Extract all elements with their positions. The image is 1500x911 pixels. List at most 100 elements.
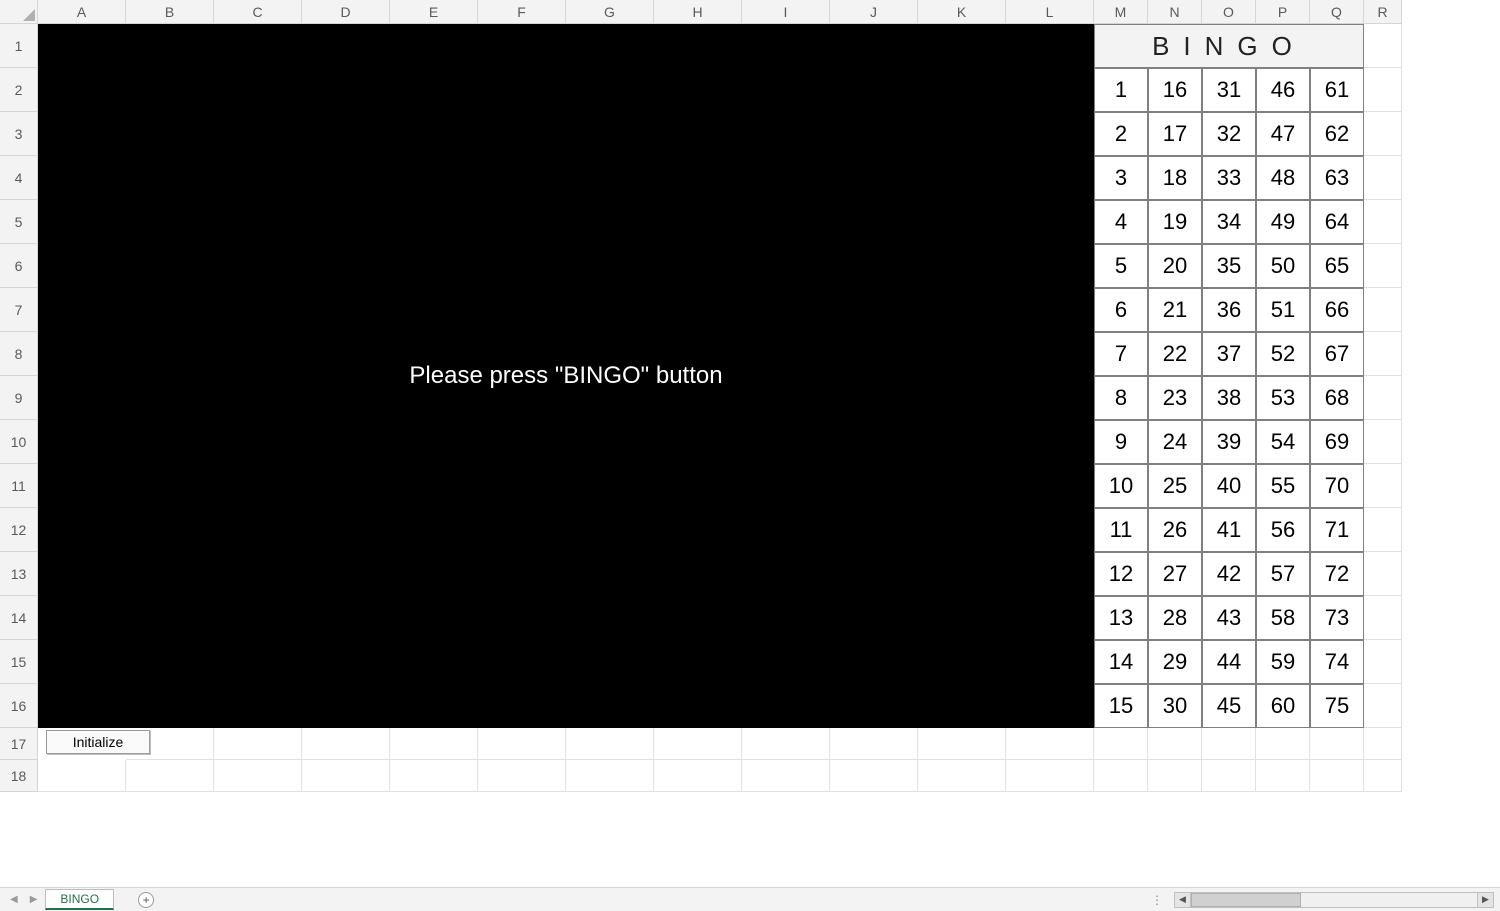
bingo-cell[interactable]: 50: [1256, 244, 1310, 288]
cell[interactable]: [1364, 288, 1402, 332]
col-header[interactable]: D: [302, 0, 390, 24]
bingo-cell[interactable]: 62: [1310, 112, 1364, 156]
cell[interactable]: [654, 760, 742, 792]
bingo-cell[interactable]: 3: [1094, 156, 1148, 200]
bingo-cell[interactable]: 23: [1148, 376, 1202, 420]
cell[interactable]: [1256, 728, 1310, 760]
row-header[interactable]: 17: [0, 728, 38, 760]
bingo-cell[interactable]: 53: [1256, 376, 1310, 420]
bingo-cell[interactable]: 44: [1202, 640, 1256, 684]
col-header[interactable]: A: [38, 0, 126, 24]
cell[interactable]: [1310, 728, 1364, 760]
cell[interactable]: [1094, 728, 1148, 760]
bingo-cell[interactable]: 66: [1310, 288, 1364, 332]
horizontal-scrollbar[interactable]: ◀ ▶: [1174, 892, 1494, 908]
bingo-cell[interactable]: 38: [1202, 376, 1256, 420]
row-header[interactable]: 12: [0, 508, 38, 552]
col-header[interactable]: E: [390, 0, 478, 24]
bingo-cell[interactable]: 67: [1310, 332, 1364, 376]
row-header[interactable]: 5: [0, 200, 38, 244]
cell[interactable]: [1006, 728, 1094, 760]
select-all-corner[interactable]: [0, 0, 38, 24]
col-header[interactable]: M: [1094, 0, 1148, 24]
bingo-cell[interactable]: 6: [1094, 288, 1148, 332]
bingo-cell[interactable]: 51: [1256, 288, 1310, 332]
cell[interactable]: [1364, 376, 1402, 420]
bingo-cell[interactable]: 30: [1148, 684, 1202, 728]
bingo-cell[interactable]: 13: [1094, 596, 1148, 640]
bingo-cell[interactable]: 8: [1094, 376, 1148, 420]
bingo-cell[interactable]: 12: [1094, 552, 1148, 596]
bingo-cell[interactable]: 26: [1148, 508, 1202, 552]
bingo-cell[interactable]: 54: [1256, 420, 1310, 464]
cell[interactable]: [1148, 760, 1202, 792]
row-header[interactable]: 8: [0, 332, 38, 376]
col-header[interactable]: J: [830, 0, 918, 24]
cell[interactable]: [1364, 332, 1402, 376]
bingo-cell[interactable]: 63: [1310, 156, 1364, 200]
bingo-cell[interactable]: 68: [1310, 376, 1364, 420]
cell[interactable]: [302, 760, 390, 792]
cell[interactable]: [1364, 684, 1402, 728]
col-header[interactable]: H: [654, 0, 742, 24]
cell[interactable]: [1094, 760, 1148, 792]
cell[interactable]: [1148, 728, 1202, 760]
row-header[interactable]: 1: [0, 24, 38, 68]
col-header[interactable]: Q: [1310, 0, 1364, 24]
bingo-cell[interactable]: 33: [1202, 156, 1256, 200]
bingo-cell[interactable]: 75: [1310, 684, 1364, 728]
bingo-cell[interactable]: 41: [1202, 508, 1256, 552]
cell[interactable]: [1006, 760, 1094, 792]
bingo-cell[interactable]: 2: [1094, 112, 1148, 156]
bingo-cell[interactable]: 4: [1094, 200, 1148, 244]
bingo-cell[interactable]: 27: [1148, 552, 1202, 596]
add-sheet-button[interactable]: +: [138, 892, 154, 908]
cell[interactable]: [38, 760, 126, 792]
col-header[interactable]: P: [1256, 0, 1310, 24]
row-header[interactable]: 18: [0, 760, 38, 792]
tab-nav-prev-icon[interactable]: ◀: [6, 894, 22, 905]
bingo-cell[interactable]: 5: [1094, 244, 1148, 288]
scroll-thumb[interactable]: [1191, 893, 1301, 907]
col-header[interactable]: N: [1148, 0, 1202, 24]
bingo-cell[interactable]: 21: [1148, 288, 1202, 332]
cell[interactable]: [1364, 420, 1402, 464]
bingo-cell[interactable]: 32: [1202, 112, 1256, 156]
row-header[interactable]: 13: [0, 552, 38, 596]
bingo-cell[interactable]: 14: [1094, 640, 1148, 684]
row-header[interactable]: 2: [0, 68, 38, 112]
bingo-cell[interactable]: 47: [1256, 112, 1310, 156]
cell[interactable]: [1364, 760, 1402, 792]
row-header[interactable]: 7: [0, 288, 38, 332]
bingo-cell[interactable]: 34: [1202, 200, 1256, 244]
bingo-cell[interactable]: 18: [1148, 156, 1202, 200]
bingo-cell[interactable]: 25: [1148, 464, 1202, 508]
row-header[interactable]: 3: [0, 112, 38, 156]
cell[interactable]: [1364, 112, 1402, 156]
col-header[interactable]: K: [918, 0, 1006, 24]
cell[interactable]: [1364, 156, 1402, 200]
cell[interactable]: [1364, 640, 1402, 684]
cell[interactable]: [214, 760, 302, 792]
row-header[interactable]: 14: [0, 596, 38, 640]
bingo-cell[interactable]: 73: [1310, 596, 1364, 640]
bingo-cell[interactable]: 7: [1094, 332, 1148, 376]
bingo-cell[interactable]: 57: [1256, 552, 1310, 596]
cell[interactable]: [1364, 244, 1402, 288]
cell[interactable]: [390, 728, 478, 760]
scroll-left-icon[interactable]: ◀: [1175, 893, 1191, 907]
bingo-cell[interactable]: 39: [1202, 420, 1256, 464]
cell[interactable]: [1364, 200, 1402, 244]
bingo-cell[interactable]: 9: [1094, 420, 1148, 464]
cell[interactable]: [1364, 728, 1402, 760]
cell[interactable]: [918, 728, 1006, 760]
bingo-cell[interactable]: 52: [1256, 332, 1310, 376]
cell[interactable]: [302, 728, 390, 760]
tab-split-handle-icon[interactable]: ⋮: [1151, 893, 1170, 907]
col-header[interactable]: O: [1202, 0, 1256, 24]
cell[interactable]: [478, 728, 566, 760]
col-header[interactable]: I: [742, 0, 830, 24]
cell[interactable]: [654, 728, 742, 760]
row-header[interactable]: 9: [0, 376, 38, 420]
bingo-cell[interactable]: 29: [1148, 640, 1202, 684]
